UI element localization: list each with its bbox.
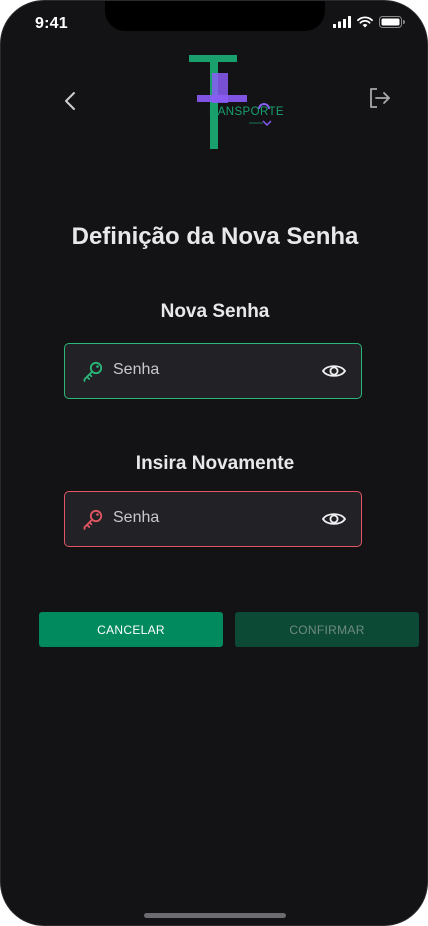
- app-logo: RANSPORTE: [187, 53, 284, 151]
- phone-screen: 9:41 RANSPORTE Definição da Nova Senha N…: [0, 0, 428, 926]
- signal-icon: [333, 16, 351, 28]
- key-icon: [83, 509, 103, 530]
- eye-icon[interactable]: [321, 506, 347, 532]
- logout-icon: [370, 88, 390, 108]
- repeat-password-label: Insira Novamente: [135, 453, 295, 474]
- key-icon: [83, 361, 103, 382]
- page-title: Definição da Nova Senha: [71, 223, 359, 250]
- new-password-field[interactable]: Senha: [64, 343, 362, 399]
- notch: [105, 1, 325, 31]
- battery-icon: [379, 16, 405, 28]
- status-time: 9:41: [35, 15, 68, 32]
- logo-text: RANSPORTE: [209, 106, 284, 118]
- chevron-left-icon: [65, 92, 75, 110]
- wifi-icon: [357, 16, 373, 28]
- back-button[interactable]: [57, 87, 83, 115]
- status-icons: [333, 16, 405, 28]
- repeat-password-field[interactable]: Senha: [64, 491, 362, 547]
- logo-mark: [189, 55, 272, 149]
- new-password-label: Nova Senha: [160, 301, 270, 322]
- new-password-placeholder: Senha: [113, 361, 160, 378]
- logout-button[interactable]: [367, 85, 393, 111]
- eye-icon[interactable]: [321, 358, 347, 384]
- repeat-password-placeholder: Senha: [113, 509, 160, 526]
- cancel-button[interactable]: CANCELAR: [39, 612, 223, 647]
- confirm-button[interactable]: CONFIRMAR: [235, 612, 419, 647]
- home-indicator[interactable]: [144, 913, 286, 918]
